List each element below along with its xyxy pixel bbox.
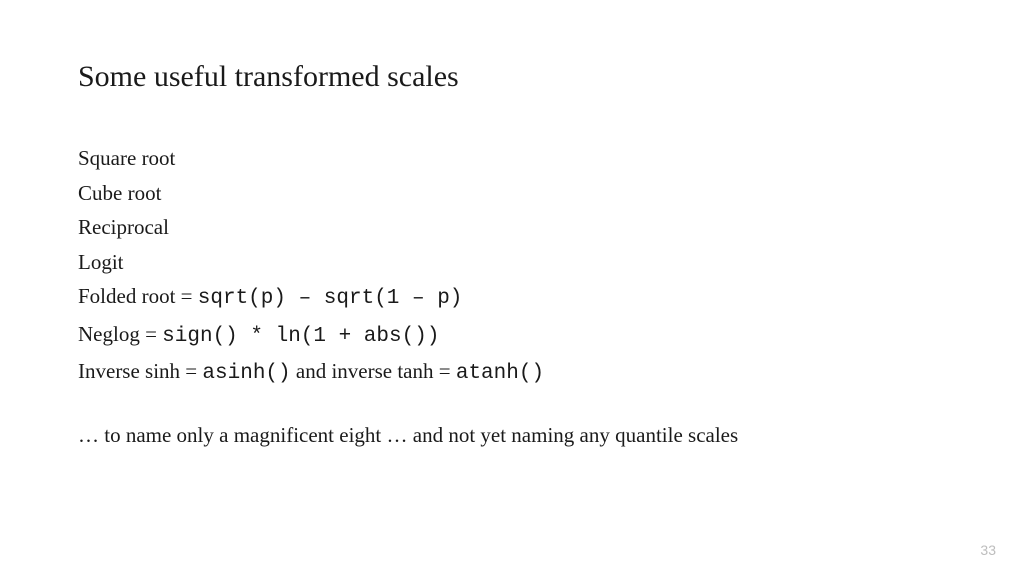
inverse-sinh-label: Inverse sinh =: [78, 359, 202, 383]
inverse-tanh-label: and inverse tanh =: [291, 359, 456, 383]
body-content: Square root Cube root Reciprocal Logit F…: [78, 142, 946, 391]
line-square-root: Square root: [78, 142, 946, 175]
atanh-code: atanh(): [456, 362, 544, 385]
line-cube-root: Cube root: [78, 177, 946, 210]
page-number: 33: [980, 542, 996, 558]
line-logit: Logit: [78, 246, 946, 279]
folded-root-label: Folded root =: [78, 284, 198, 308]
line-reciprocal: Reciprocal: [78, 211, 946, 244]
asinh-code: asinh(): [202, 362, 290, 385]
line-inverse-sinh-tanh: Inverse sinh = asinh() and inverse tanh …: [78, 355, 946, 391]
neglog-label: Neglog =: [78, 322, 162, 346]
folded-root-code: sqrt(p) – sqrt(1 – p): [198, 287, 463, 310]
line-neglog: Neglog = sign() * ln(1 + abs()): [78, 318, 946, 354]
slide-title: Some useful transformed scales: [78, 60, 946, 94]
line-folded-root: Folded root = sqrt(p) – sqrt(1 – p): [78, 280, 946, 316]
closing-line: … to name only a magnificent eight … and…: [78, 423, 946, 448]
neglog-code: sign() * ln(1 + abs()): [162, 325, 439, 348]
